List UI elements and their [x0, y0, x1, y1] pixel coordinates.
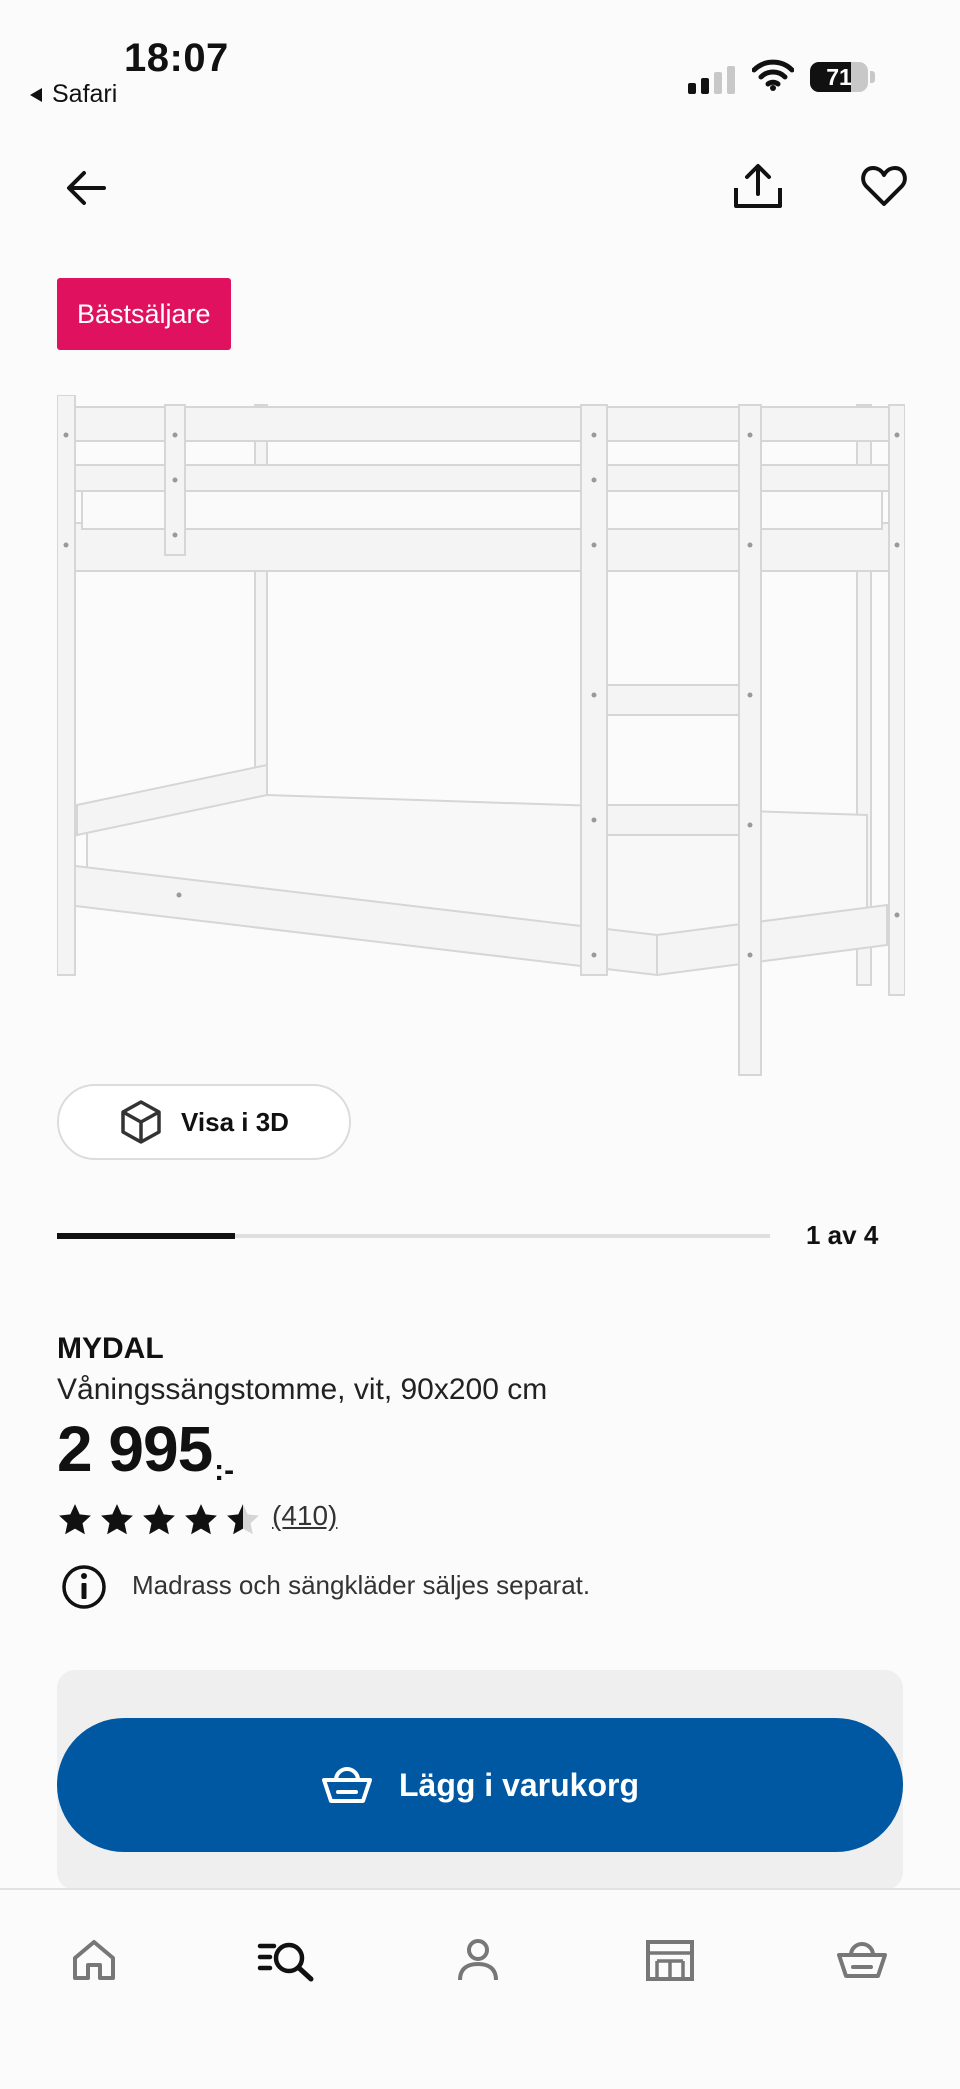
arrow-left-icon [67, 171, 106, 205]
add-to-cart-button[interactable]: Lägg i varukorg [57, 1718, 903, 1852]
store-icon [646, 1940, 694, 1981]
share-icon [734, 164, 782, 208]
signal-icon [688, 66, 735, 94]
back-to-safari[interactable]: Safari [28, 80, 117, 109]
favorite-button[interactable] [854, 156, 914, 216]
gallery-progress-fill [57, 1233, 236, 1239]
home-icon [73, 1940, 115, 1980]
heart-icon [861, 166, 907, 206]
rating-stars[interactable] [57, 1502, 261, 1536]
back-app-label: Safari [52, 80, 118, 108]
cube-icon [121, 1100, 161, 1144]
info-note: Madrass och sängkläder säljes separat. [132, 1570, 591, 1600]
nav-store[interactable] [630, 1920, 710, 2000]
star-icon [101, 1504, 133, 1535]
gallery-progress[interactable] [57, 1233, 770, 1239]
price-main: 2 995 [57, 1413, 213, 1485]
nav-cart[interactable] [822, 1920, 902, 2000]
product-price: 2 995 :- [57, 1412, 234, 1488]
star-icon [59, 1504, 91, 1535]
status-time: 18:07 [124, 36, 229, 80]
star-icon [227, 1504, 259, 1535]
bottom-nav [0, 1888, 960, 2089]
view-3d-label: Visa i 3D [181, 1106, 289, 1137]
add-to-cart-label: Lägg i varukorg [398, 1766, 640, 1803]
triangle-left-icon [30, 87, 42, 102]
battery-level: 71 [826, 64, 852, 90]
basket-icon [321, 1767, 372, 1803]
basket-icon [837, 1942, 887, 1978]
nav-profile[interactable] [438, 1920, 518, 2000]
person-icon [458, 1939, 498, 1981]
battery-icon: 71 [810, 62, 868, 92]
wifi-icon [752, 59, 794, 91]
product-description: Våningssängstomme, vit, 90x200 cm [57, 1373, 548, 1406]
view-3d-button[interactable]: Visa i 3D [57, 1084, 351, 1160]
share-button[interactable] [728, 156, 788, 216]
star-icon [185, 1504, 217, 1535]
product-name: MYDAL [57, 1332, 164, 1365]
product-image[interactable] [57, 395, 905, 1085]
info-icon [62, 1565, 106, 1609]
back-button[interactable] [56, 158, 116, 218]
review-count-link[interactable]: (410) [272, 1500, 337, 1532]
bestseller-badge: Bästsäljare [57, 278, 231, 350]
nav-search[interactable] [246, 1920, 326, 2000]
star-icon [143, 1504, 175, 1535]
nav-home[interactable] [54, 1920, 134, 2000]
gallery-pager: 1 av 4 [806, 1220, 879, 1250]
search-list-icon [257, 1942, 314, 1982]
price-suffix: :- [214, 1454, 235, 1487]
